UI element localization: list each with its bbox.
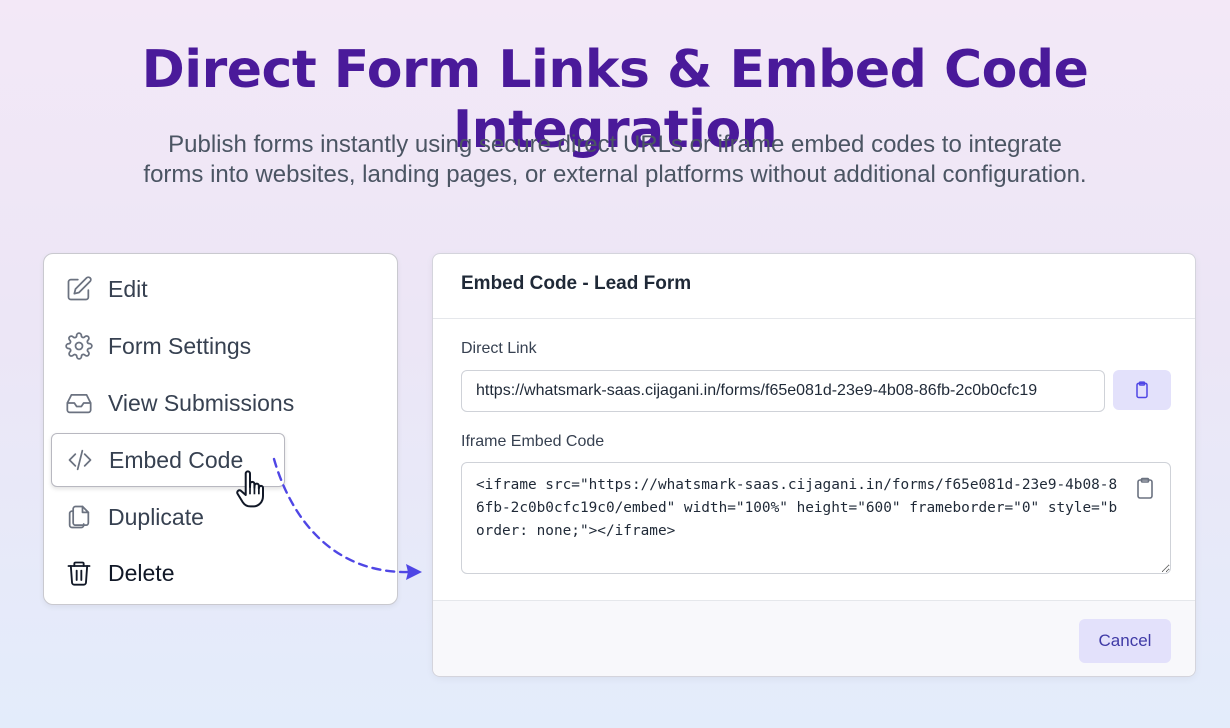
clipboard-icon [1136,381,1148,399]
modal-footer: Cancel [433,600,1195,676]
modal-title: Embed Code - Lead Form [461,273,692,294]
menu-item-edit[interactable]: Edit [64,269,374,309]
trash-icon [64,558,94,588]
menu-item-label: Edit [108,275,148,302]
iframe-embed-code-textarea[interactable]: <iframe src="https://whatsmark-saas.cija… [461,462,1171,574]
clipboard-icon[interactable] [1133,476,1157,500]
menu-item-form-settings[interactable]: Form Settings [64,326,374,366]
copy-link-button[interactable] [1113,370,1171,410]
direct-link-label: Direct Link [461,340,537,357]
menu-item-label: Form Settings [108,332,252,359]
menu-item-label: Duplicate [108,503,204,530]
gear-icon [64,331,94,361]
menu-item-label: Embed Code [109,446,244,473]
menu-item-label: Delete [108,559,175,586]
dashed-arrow-icon [272,457,422,580]
subtitle-line-1: Publish forms instantly using secure dir… [168,131,1062,158]
iframe-embed-label: Iframe Embed Code [461,433,605,450]
direct-link-input[interactable] [461,370,1105,412]
cancel-button[interactable]: Cancel [1079,619,1171,663]
page-subtitle: Publish forms instantly using secure dir… [40,130,1190,190]
subtitle-line-2: forms into websites, landing pages, or e… [143,161,1087,188]
menu-item-view-submissions[interactable]: View Submissions [64,383,374,423]
copy-icon [64,502,94,532]
code-icon [65,445,95,475]
pencil-icon [64,274,94,304]
menu-item-label: View Submissions [108,389,295,416]
hand-pointer-icon [236,470,264,508]
embed-code-modal: Embed Code - Lead Form Direct Link Ifram… [432,253,1196,677]
inbox-icon [64,388,94,418]
modal-header-divider [433,318,1195,319]
